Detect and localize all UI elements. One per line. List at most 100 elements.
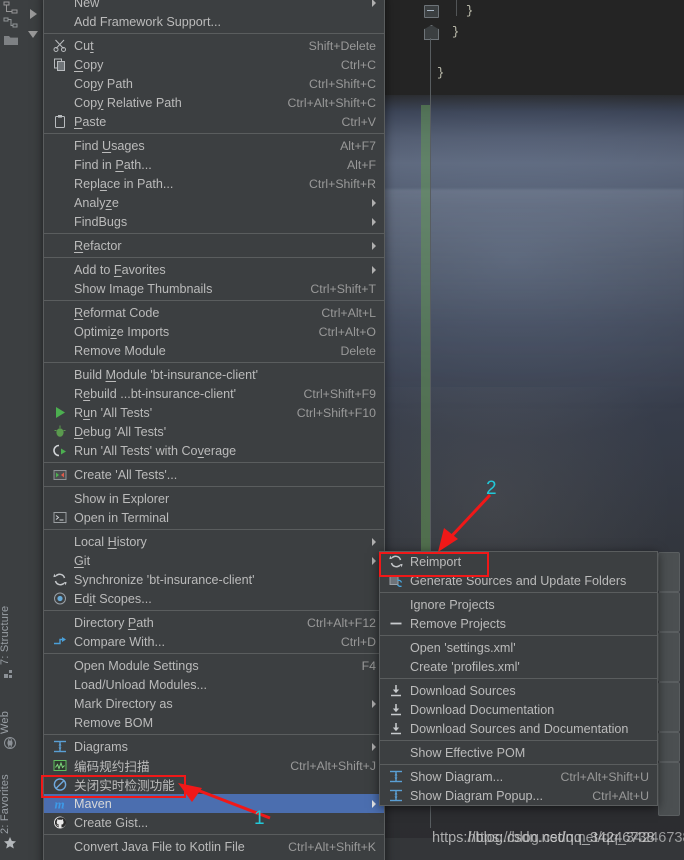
sidebar-item-structure[interactable]: 7: Structure [0,595,23,665]
terminal-icon [52,510,67,525]
diagram-icon [52,739,67,754]
menu-item-编码规约扫描[interactable]: 编码规约扫描 Ctrl+Alt+Shift+J [44,756,384,775]
sidebar-item-favorites[interactable]: 2: Favorites [0,760,23,834]
menu-item-shortcut: Ctrl+Alt+O [318,324,376,339]
menu-item-shortcut: Ctrl+Shift+F10 [296,405,376,420]
right-tool-button-1[interactable] [658,552,680,592]
menu-item-show-image-thumbnails[interactable]: Show Image Thumbnails Ctrl+Shift+T [44,279,384,298]
menu-item-create-all-tests[interactable]: Create 'All Tests'... [44,465,384,484]
submenu-item-show-diagram-popup[interactable]: Show Diagram Popup... Ctrl+Alt+U [380,786,657,805]
menu-item-shortcut: Alt+F7 [340,138,376,153]
expand-down-icon[interactable] [26,7,40,21]
submenu-item-generate-sources-and-update-folders[interactable]: Generate Sources and Update Folders [380,571,657,590]
menu-item-no-icon [52,176,67,191]
menu-item-add-framework-support[interactable]: Add Framework Support... [44,12,384,31]
watermark-text-b: https://blog.csdn.net/qq_34246738 [468,830,684,846]
menu-item-open-in-terminal[interactable]: Open in Terminal [44,508,384,527]
menu-separator [44,462,384,463]
menu-item-build-module-bt-insurance-client[interactable]: Build Module 'bt-insurance-client' [44,365,384,384]
menu-item-no-icon [52,214,67,229]
menu-item-refactor[interactable]: Refactor [44,236,384,255]
menu-item-edit-scopes[interactable]: Edit Scopes... [44,589,384,608]
right-tool-button-4[interactable] [658,682,680,732]
menu-item-reformat-code[interactable]: Reformat Code Ctrl+Alt+L [44,303,384,322]
submenu-item-download-sources-and-documentation[interactable]: Download Sources and Documentation [380,719,657,738]
menu-item-remove-module[interactable]: Remove Module Delete [44,341,384,360]
menu-item-label: Create Gist... [74,815,149,830]
submenu-item-show-diagram[interactable]: Show Diagram... Ctrl+Alt+Shift+U [380,767,657,786]
menu-item-label: FindBugs [74,214,128,229]
menu-item-show-in-explorer[interactable]: Show in Explorer [44,489,384,508]
menu-item-findbugs[interactable]: FindBugs [44,212,384,231]
right-tool-button-5[interactable] [658,732,680,762]
menu-item-rebuild-bt-insurance-client[interactable]: Rebuild ...bt-insurance-client' Ctrl+Shif… [44,384,384,403]
menu-item-copy[interactable]: Copy Ctrl+C [44,55,384,74]
coverage-icon [52,443,67,458]
menu-item-label: Load/Unload Modules... [74,677,208,692]
menu-item-no-icon [52,534,67,549]
submenu-item-create-profiles-xml[interactable]: Create 'profiles.xml' [380,657,657,676]
download-icon [388,721,403,736]
menu-item-label: Open Module Settings [74,658,199,673]
menu-item-load-unload-modules[interactable]: Load/Unload Modules... [44,675,384,694]
submenu-item-reimport[interactable]: Reimport [380,552,657,571]
submenu-item-download-sources[interactable]: Download Sources [380,681,657,700]
collapse-up-icon[interactable] [26,27,40,41]
sidebar-item-web[interactable]: Web [0,700,23,734]
submenu-item-open-settings-xml[interactable]: Open 'settings.xml' [380,638,657,657]
menu-item-compare-with[interactable]: Compare With... Ctrl+D [44,632,384,651]
menu-item-no-icon [52,305,67,320]
star-icon[interactable] [3,836,17,850]
structure-tab-icon[interactable] [4,668,16,680]
menu-item-convert-java-file-to-kotlin-file[interactable]: Convert Java File to Kotlin File Ctrl+Alt… [44,837,384,856]
menu-item-copy-path[interactable]: Copy Path Ctrl+Shift+C [44,74,384,93]
right-tool-button-6[interactable] [658,762,680,816]
submenu-chevron-icon [372,537,376,546]
menu-item-local-history[interactable]: Local History [44,532,384,551]
menu-item-debug-all-tests[interactable]: Debug 'All Tests' [44,422,384,441]
menu-item-remove-bom[interactable]: Remove BOM [44,713,384,732]
menu-item-no-icon [52,696,67,711]
menu-item-mark-directory-as[interactable]: Mark Directory as [44,694,384,713]
hierarchy-icon[interactable] [3,16,19,30]
globe-icon[interactable] [3,736,17,750]
folder-icon[interactable] [3,33,19,47]
project-context-menu[interactable]: New Add Framework Support... Cut Shift+Dele… [43,0,385,860]
submenu-item-download-documentation[interactable]: Download Documentation [380,700,657,719]
submenu-chevron-icon [372,198,376,207]
menu-item-optimize-imports[interactable]: Optimize Imports Ctrl+Alt+O [44,322,384,341]
menu-item-open-module-settings[interactable]: Open Module Settings F4 [44,656,384,675]
menu-item-copy-relative-path[interactable]: Copy Relative Path Ctrl+Alt+Shift+C [44,93,384,112]
code-fold-marker-1[interactable] [424,5,439,18]
download-icon [388,683,403,698]
menu-item-label: 编码规约扫描 [74,760,150,774]
create-config-icon [52,467,67,482]
menu-item-diagrams[interactable]: Diagrams [44,737,384,756]
menu-item-label: Download Sources and Documentation [410,721,629,736]
submenu-item-ignore-projects[interactable]: Ignore Projects [380,595,657,614]
menu-item-cut[interactable]: Cut Shift+Delete [44,36,384,55]
menu-item-git[interactable]: Git [44,551,384,570]
submenu-item-show-effective-pom[interactable]: Show Effective POM [380,743,657,762]
menu-item-find-usages[interactable]: Find Usages Alt+F7 [44,136,384,155]
menu-item-shortcut: Ctrl+Alt+Shift+K [288,839,376,854]
right-tool-button-3[interactable] [658,632,680,682]
menu-item-analyze[interactable]: Analyze [44,193,384,212]
submenu-item-remove-projects[interactable]: Remove Projects [380,614,657,633]
menu-item-shortcut: Ctrl+Shift+R [309,176,376,191]
menu-item-find-in-path[interactable]: Find in Path... Alt+F [44,155,384,174]
menu-item-new[interactable]: New [44,0,384,12]
menu-item-run-all-tests-with-coverage[interactable]: Run 'All Tests' with Coverage [44,441,384,460]
menu-item-paste[interactable]: Paste Ctrl+V [44,112,384,131]
menu-item-run-all-tests[interactable]: Run 'All Tests' Ctrl+Shift+F10 [44,403,384,422]
menu-item-replace-in-path[interactable]: Replace in Path... Ctrl+Shift+R [44,174,384,193]
menu-item-synchronize-bt-insurance-client[interactable]: Synchronize 'bt-insurance-client' [44,570,384,589]
menu-item-label: Edit Scopes... [74,591,152,606]
structure-icon[interactable] [3,1,19,15]
right-tool-button-2[interactable] [658,592,680,632]
menu-item-add-to-favorites[interactable]: Add to Favorites [44,260,384,279]
menu-item-directory-path[interactable]: Directory Path Ctrl+Alt+F12 [44,613,384,632]
menu-item-webservices[interactable]: WebServices [44,856,384,860]
maven-submenu[interactable]: Reimport Generate Sources and Update Fold… [379,551,658,806]
scope-icon [52,591,67,606]
